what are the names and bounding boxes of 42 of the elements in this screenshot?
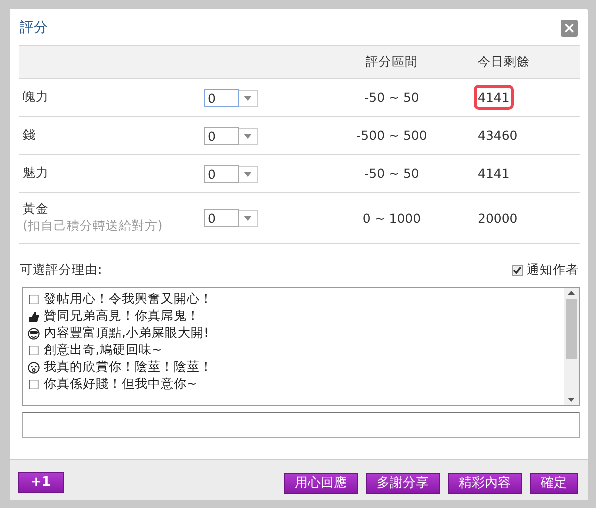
- category-label: 錢: [23, 127, 37, 144]
- dropdown-arrow-icon[interactable]: [244, 134, 252, 138]
- notify-label: 通知作者: [527, 262, 579, 279]
- scroll-up-arrow-icon[interactable]: [568, 291, 575, 295]
- reasons-label: 可選評分理由:: [20, 262, 102, 279]
- reason-option[interactable]: 贊同兄弟高見！你真屌鬼！: [44, 308, 200, 325]
- dropdown-arrow-icon[interactable]: [244, 96, 252, 100]
- reason-button[interactable]: 精彩內容: [448, 472, 522, 494]
- reason-option[interactable]: □ 創意出奇,鳩硬回味~: [28, 342, 162, 359]
- reason-option[interactable]: 內容豐富頂點,小弟屎眼大開!: [44, 325, 209, 342]
- reason-option[interactable]: □ 發帖用心！令我興奮又開心！: [28, 291, 213, 308]
- column-header: 今日剩餘: [478, 54, 530, 68]
- dropdown-arrow-icon[interactable]: [244, 172, 252, 176]
- dropdown-arrow-icon[interactable]: [244, 216, 252, 221]
- remaining-text: 20000: [477, 210, 519, 228]
- category-note: (扣自己積分轉送給對方): [23, 218, 164, 235]
- plus-one-button[interactable]: +1: [18, 472, 64, 492]
- remaining-text: 4141: [477, 165, 511, 183]
- dialog-title: 評分: [20, 19, 48, 37]
- column-header: 評分區間: [366, 54, 418, 68]
- reason-button[interactable]: 用心回應: [284, 472, 358, 494]
- scroll-down-arrow-icon[interactable]: [568, 398, 575, 402]
- sunglasses-face-icon: [28, 328, 40, 340]
- surprised-face-icon: [28, 362, 40, 374]
- range-text: -50 ~ 50: [364, 90, 420, 105]
- reason-option[interactable]: □ 你真係好賤！但我中意你~: [28, 376, 198, 393]
- reason-input-field[interactable]: [22, 412, 580, 438]
- reason-button[interactable]: 確定: [530, 472, 578, 494]
- range-text: 0 ~ 1000: [362, 210, 422, 226]
- scrollbar[interactable]: [564, 288, 579, 405]
- range-text: -500 ~ 500: [356, 128, 428, 143]
- reasons-listbox[interactable]: □ 發帖用心！令我興奮又開心！ 贊同兄弟高見！你真屌鬼！ 內容豐富頂點,小弟屎眼大開! □ 創意出奇,鳩硬回味~ 我真的欣賞你！陰莖！陰莖！ □ 你真係好賤！但我中意你~: [22, 287, 580, 406]
- category-label: 魄力: [23, 89, 50, 106]
- notify-checkbox[interactable]: [512, 265, 523, 276]
- highlighted-value: 4141: [474, 85, 514, 110]
- reason-option[interactable]: 我真的欣賞你！陰莖！陰莖！: [44, 359, 213, 376]
- remaining-text: 43460: [477, 127, 519, 145]
- category-label: 黃金: [23, 201, 50, 218]
- category-label: 魅力: [23, 165, 50, 182]
- range-text: -50 ~ 50: [364, 166, 420, 181]
- thumbs-up-icon: [28, 310, 40, 322]
- reason-button[interactable]: 多謝分享: [366, 472, 440, 494]
